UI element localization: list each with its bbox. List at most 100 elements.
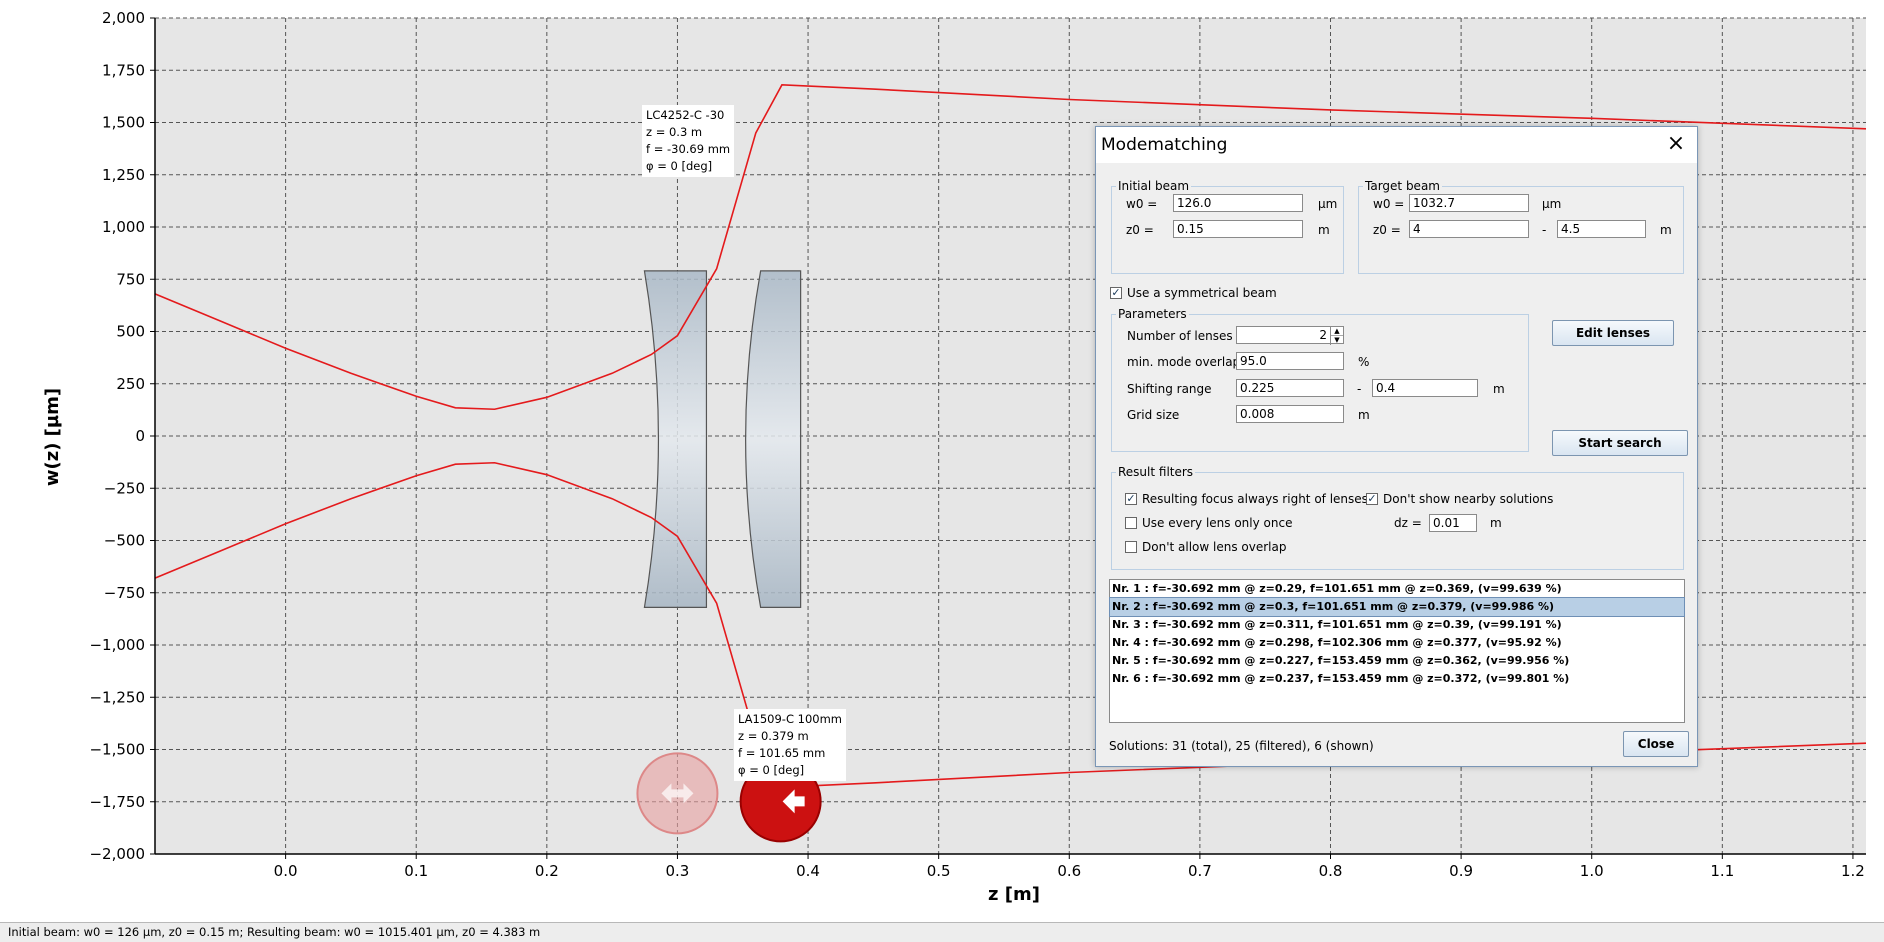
target-w0-unit: µm bbox=[1542, 197, 1562, 211]
spinner-up-icon[interactable]: ▲ bbox=[1331, 327, 1343, 336]
y-tick-label: −2,000 bbox=[89, 845, 145, 863]
target-w0-input[interactable]: 1032.7 bbox=[1409, 194, 1529, 212]
target-beam-legend: Target beam bbox=[1365, 179, 1440, 193]
initial-beam-legend: Initial beam bbox=[1118, 179, 1190, 193]
overlap-unit: % bbox=[1358, 355, 1370, 369]
shift-to-input[interactable]: 0.4 bbox=[1372, 379, 1478, 397]
y-tick-label: −250 bbox=[104, 479, 145, 497]
y-tick-label: −750 bbox=[104, 584, 145, 602]
grid-size-unit: m bbox=[1358, 408, 1370, 422]
x-tick-label: 0.9 bbox=[1449, 862, 1473, 880]
close-button[interactable]: Close bbox=[1623, 731, 1689, 757]
lens-1-z: z = 0.3 m bbox=[646, 125, 703, 139]
x-tick-label: 1.2 bbox=[1841, 862, 1865, 880]
dz-label: dz = bbox=[1394, 516, 1422, 530]
target-z0-dash: - bbox=[1542, 223, 1547, 237]
convex-lens bbox=[745, 270, 802, 608]
no-nearby-label[interactable]: Don't show nearby solutions bbox=[1383, 492, 1553, 506]
lens-2-z: z = 0.379 m bbox=[738, 729, 809, 743]
target-z0-from-input[interactable]: 4 bbox=[1409, 220, 1529, 238]
lens-2-phi: φ = 0 [deg] bbox=[738, 763, 805, 777]
dz-input[interactable]: 0.01 bbox=[1429, 514, 1477, 532]
x-tick-label: 1.1 bbox=[1710, 862, 1734, 880]
every-once-checkbox[interactable] bbox=[1125, 517, 1137, 529]
y-axis-label: w(z) [µm] bbox=[42, 388, 63, 486]
grid-size-input[interactable]: 0.008 bbox=[1236, 405, 1344, 423]
lens-2-f: f = 101.65 mm bbox=[738, 746, 826, 760]
y-tick-label: 750 bbox=[116, 270, 145, 288]
y-tick-label: 250 bbox=[116, 375, 145, 393]
every-once-label[interactable]: Use every lens only once bbox=[1142, 516, 1292, 530]
target-z0-unit: m bbox=[1660, 223, 1672, 237]
x-tick-label: 0.5 bbox=[927, 862, 951, 880]
result-row[interactable]: Nr. 6 : f=-30.692 mm @ z=0.237, f=153.45… bbox=[1110, 670, 1684, 688]
lens-1-name: LC4252-C -30 bbox=[646, 108, 725, 122]
result-row[interactable]: Nr. 3 : f=-30.692 mm @ z=0.311, f=101.65… bbox=[1110, 616, 1684, 634]
y-tick-label: 1,500 bbox=[102, 114, 145, 132]
dialog-title: Modematching bbox=[1101, 135, 1228, 155]
initial-w0-label: w0 = bbox=[1126, 197, 1158, 211]
focus-right-checkbox[interactable]: ✓ bbox=[1125, 493, 1137, 505]
initial-w0-unit: µm bbox=[1318, 197, 1338, 211]
dialog-title-bar[interactable]: Modematching × bbox=[1096, 127, 1697, 163]
focus-right-label[interactable]: Resulting focus always right of lenses bbox=[1142, 492, 1368, 506]
overlap-input[interactable]: 95.0 bbox=[1236, 352, 1344, 370]
modematching-dialog: Modematching × Initial beam w0 = 126.0 µ… bbox=[1095, 126, 1698, 767]
dz-unit: m bbox=[1490, 516, 1502, 530]
status-bar: Initial beam: w0 = 126 µm, z0 = 0.15 m; … bbox=[0, 922, 1884, 942]
result-row[interactable]: Nr. 5 : f=-30.692 mm @ z=0.227, f=153.45… bbox=[1110, 652, 1684, 670]
lens-1-f: f = -30.69 mm bbox=[646, 142, 731, 156]
num-lenses-value: 2 bbox=[1319, 328, 1327, 342]
initial-w0-input[interactable]: 126.0 bbox=[1173, 194, 1303, 212]
no-overlap-label[interactable]: Don't allow lens overlap bbox=[1142, 540, 1286, 554]
x-tick-label: 0.6 bbox=[1057, 862, 1081, 880]
x-tick-label: 0.1 bbox=[404, 862, 428, 880]
x-tick-label: 1.0 bbox=[1580, 862, 1604, 880]
x-tick-label: 0.7 bbox=[1188, 862, 1212, 880]
close-icon[interactable]: × bbox=[1663, 131, 1689, 157]
solutions-summary: Solutions: 31 (total), 25 (filtered), 6 … bbox=[1109, 739, 1374, 753]
results-list[interactable]: Nr. 1 : f=-30.692 mm @ z=0.29, f=101.651… bbox=[1109, 579, 1685, 723]
shift-unit: m bbox=[1493, 382, 1505, 396]
initial-z0-unit: m bbox=[1318, 223, 1330, 237]
target-w0-label: w0 = bbox=[1373, 197, 1405, 211]
y-tick-label: −500 bbox=[104, 532, 145, 550]
target-z0-label: z0 = bbox=[1373, 223, 1401, 237]
spinner-arrows[interactable]: ▲ ▼ bbox=[1330, 327, 1343, 345]
y-tick-label: 500 bbox=[116, 323, 145, 341]
y-tick-label: −1,500 bbox=[89, 741, 145, 759]
shift-label: Shifting range bbox=[1127, 382, 1212, 396]
start-search-button[interactable]: Start search bbox=[1552, 430, 1688, 456]
result-row[interactable]: Nr. 1 : f=-30.692 mm @ z=0.29, f=101.651… bbox=[1110, 580, 1684, 598]
lens-label-2: LA1509-C 100mm z = 0.379 m f = 101.65 mm… bbox=[734, 709, 846, 781]
x-tick-label: 0.0 bbox=[274, 862, 298, 880]
x-tick-label: 0.2 bbox=[535, 862, 559, 880]
overlap-label: min. mode overlap bbox=[1127, 355, 1241, 369]
y-tick-label: 0 bbox=[135, 427, 145, 445]
result-row-selected[interactable]: Nr. 2 : f=-30.692 mm @ z=0.3, f=101.651 … bbox=[1109, 597, 1685, 617]
x-tick-label: 0.8 bbox=[1319, 862, 1343, 880]
num-lenses-label: Number of lenses bbox=[1127, 329, 1233, 343]
x-tick-label: 0.4 bbox=[796, 862, 820, 880]
lens-2-name: LA1509-C 100mm bbox=[738, 712, 842, 726]
y-tick-label: 1,250 bbox=[102, 166, 145, 184]
x-tick-label: 0.3 bbox=[666, 862, 690, 880]
initial-z0-label: z0 = bbox=[1126, 223, 1154, 237]
target-z0-to-input[interactable]: 4.5 bbox=[1557, 220, 1646, 238]
result-row[interactable]: Nr. 4 : f=-30.692 mm @ z=0.298, f=102.30… bbox=[1110, 634, 1684, 652]
spinner-down-icon[interactable]: ▼ bbox=[1331, 336, 1343, 344]
shift-dash: - bbox=[1357, 382, 1362, 396]
parameters-legend: Parameters bbox=[1118, 307, 1187, 321]
initial-z0-input[interactable]: 0.15 bbox=[1173, 220, 1303, 238]
lens-label-1: LC4252-C -30 z = 0.3 m f = -30.69 mm φ =… bbox=[642, 105, 735, 177]
y-tick-label: 1,000 bbox=[102, 218, 145, 236]
symmetric-beam-checkbox[interactable]: ✓ bbox=[1110, 287, 1122, 299]
num-lenses-spinner[interactable]: 2 ▲ ▼ bbox=[1236, 326, 1344, 345]
no-nearby-checkbox[interactable]: ✓ bbox=[1366, 493, 1378, 505]
y-tick-label: 2,000 bbox=[102, 9, 145, 27]
symmetric-beam-label[interactable]: Use a symmetrical beam bbox=[1127, 286, 1277, 300]
shift-from-input[interactable]: 0.225 bbox=[1236, 379, 1344, 397]
no-overlap-checkbox[interactable] bbox=[1125, 541, 1137, 553]
edit-lenses-button[interactable]: Edit lenses bbox=[1552, 320, 1674, 346]
result-filters-legend: Result filters bbox=[1118, 465, 1194, 479]
